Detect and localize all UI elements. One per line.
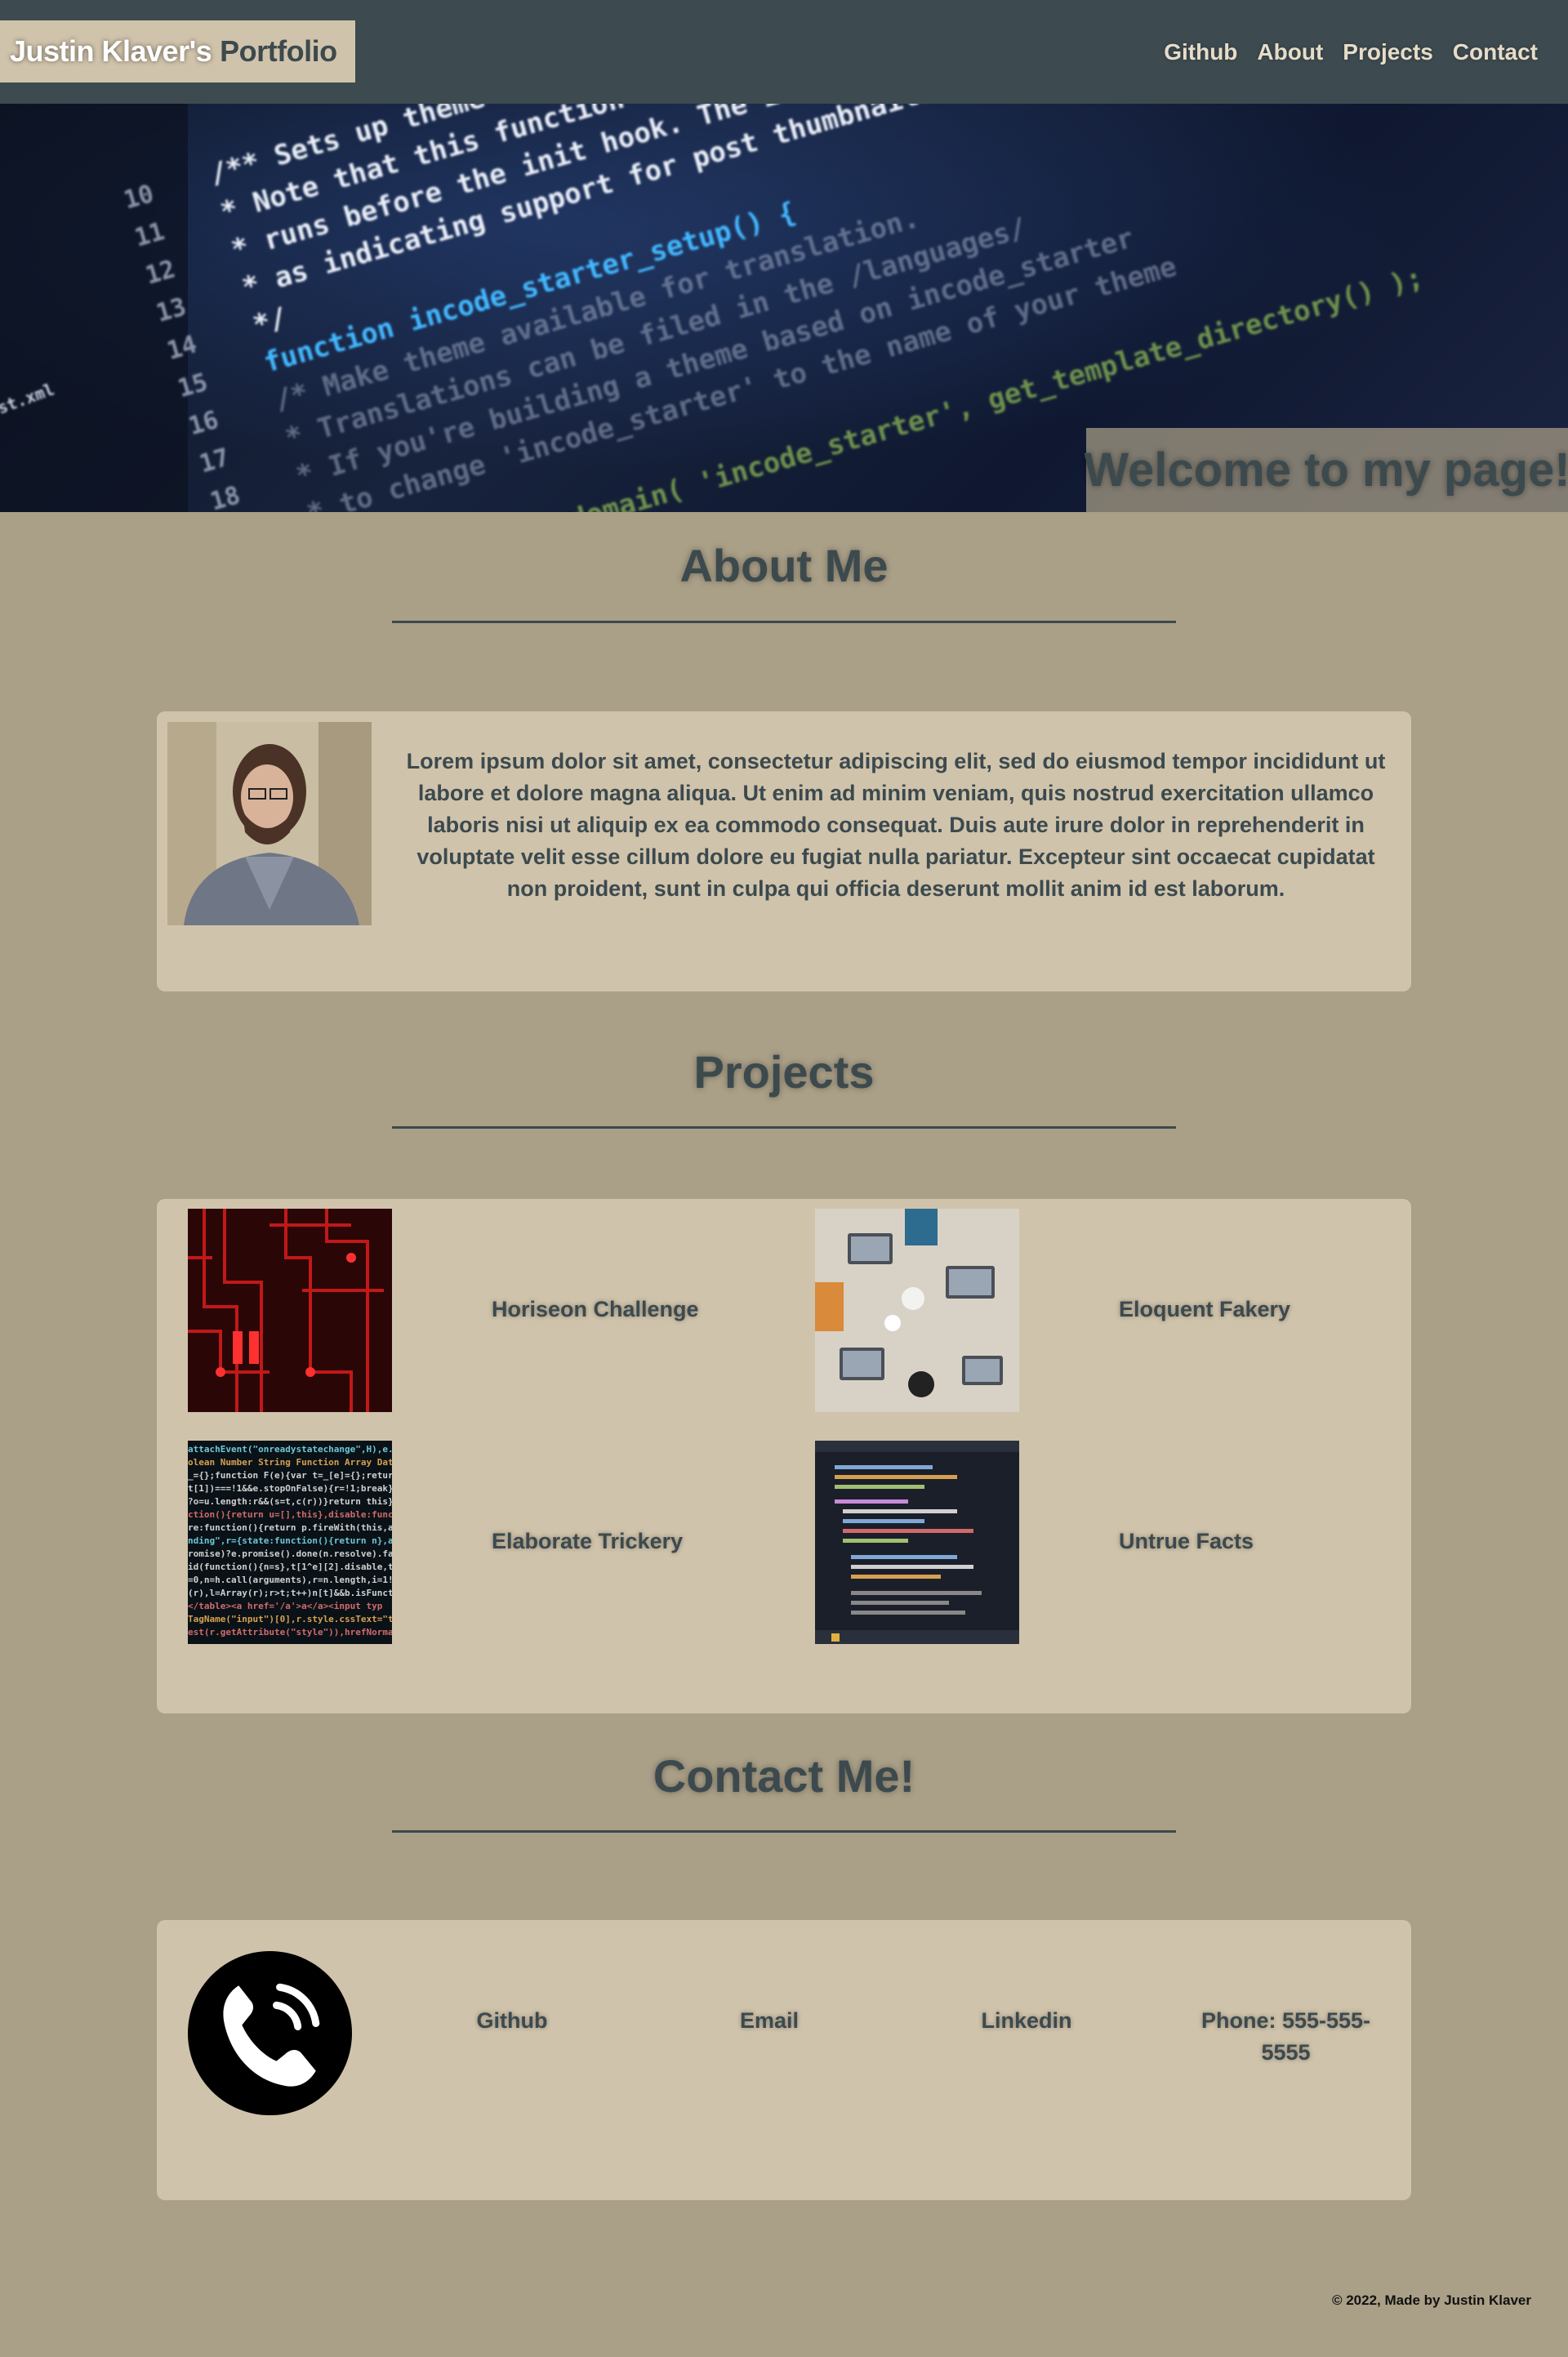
- svg-text:id(function(){n=s},t[1^e][2].d: id(function(){n=s},t[1^e][2].disable,t[2…: [188, 1562, 392, 1572]
- svg-text:ction(){return u=[],this},disa: ction(){return u=[],this},disable:functi…: [188, 1509, 392, 1520]
- site-header: Justin Klaver's Portfolio Github About P…: [0, 0, 1568, 104]
- project-link-elaborate-trickery[interactable]: Elaborate Trickery: [492, 1529, 683, 1554]
- profile-photo: [167, 722, 372, 925]
- projects-divider: [392, 1126, 1176, 1129]
- svg-text:romise)?e.promise().done(n.res: romise)?e.promise().done(n.resolve).fail…: [188, 1548, 392, 1559]
- about-card: Lorem ipsum dolor sit amet, consectetur …: [157, 711, 1411, 991]
- about-text: Lorem ipsum dolor sit amet, consectetur …: [406, 749, 1386, 901]
- projects-card: Horiseon Challenge Eloquent Fakery attac…: [157, 1199, 1411, 1713]
- code-line-number: 17: [196, 443, 232, 479]
- hero-banner: 10/** Sets up theme defaults and registe…: [0, 104, 1568, 512]
- project-link-horiseon-challenge[interactable]: Horiseon Challenge: [492, 1297, 699, 1322]
- svg-text:TagName("input")[0],r.style.cs: TagName("input")[0],r.style.cssText="top…: [188, 1614, 392, 1624]
- brand-logo[interactable]: Justin Klaver's Portfolio: [0, 20, 355, 82]
- svg-text:</table><a href='/a'>a</a><inp: </table><a href='/a'>a</a><input typ: [188, 1601, 383, 1611]
- svg-text:t[1])===!1&&e.stopOnFalse){r=!: t[1])===!1&&e.stopOnFalse){r=!1;break}n=…: [188, 1483, 392, 1494]
- contact-link-email[interactable]: Email: [700, 2005, 839, 2037]
- footer-copyright: © 2022, Made by Justin Klaver: [1331, 2292, 1531, 2308]
- main-nav: Github About Projects Contact: [1164, 0, 1538, 104]
- svg-text:re:function(){return p.fireWit: re:function(){return p.fireWith(this,arg…: [188, 1522, 392, 1533]
- project-image-untrue-facts[interactable]: [815, 1441, 1019, 1644]
- phone-icon: [188, 1951, 352, 2115]
- nav-link-projects[interactable]: Projects: [1343, 39, 1433, 65]
- contact-title: Contact Me!: [653, 1750, 915, 1802]
- svg-text:?o=u.length:r&&(s=t,c(r))}retu: ?o=u.length:r&&(s=t,c(r))}return this},r…: [188, 1496, 392, 1507]
- contact-phone[interactable]: Phone: 555-555-5555: [1182, 2005, 1390, 2069]
- project-link-untrue-facts[interactable]: Untrue Facts: [1119, 1529, 1254, 1554]
- svg-text:olean Number String Function A: olean Number String Function Array Date …: [188, 1457, 392, 1468]
- project-image-horiseon[interactable]: [188, 1209, 392, 1412]
- contact-link-github[interactable]: Github: [443, 2005, 581, 2037]
- projects-title: Projects: [693, 1046, 875, 1098]
- nav-link-about[interactable]: About: [1257, 39, 1323, 65]
- svg-text:est(r.getAttribute("style")),h: est(r.getAttribute("style")),hrefNormali…: [188, 1627, 392, 1637]
- code-line-number: 18: [207, 481, 243, 512]
- code-line-text: */: [249, 301, 290, 342]
- welcome-banner: Welcome to my page!: [1084, 428, 1568, 512]
- about-title: About Me: [679, 540, 889, 591]
- nav-link-contact[interactable]: Contact: [1453, 39, 1538, 65]
- svg-text:nding",r={state:function(){ret: nding",r={state:function(){return n},alw…: [188, 1535, 392, 1546]
- about-divider: [392, 621, 1176, 623]
- contact-card: Github Email Linkedin Phone: 555-555-555…: [157, 1920, 1411, 2200]
- svg-text:(r),l=Array(r);r>t;t++)n[t]&&b: (r),l=Array(r);r>t;t++)n[t]&&b.isFunctio…: [188, 1588, 392, 1598]
- project-image-elaborate-trickery[interactable]: attachEvent("onreadystatechange",H),e.at…: [188, 1441, 392, 1644]
- code-line-number: 16: [185, 406, 221, 442]
- contact-divider: [392, 1830, 1176, 1833]
- nav-link-github[interactable]: Github: [1164, 39, 1237, 65]
- contact-link-linkedin[interactable]: Linkedin: [957, 2005, 1096, 2037]
- brand-name: Justin Klaver's: [10, 34, 212, 68]
- svg-text:=0,n=h.call(arguments),r=n.len: =0,n=h.call(arguments),r=n.length,i=1!==…: [188, 1575, 392, 1585]
- svg-text:attachEvent("onreadystatechang: attachEvent("onreadystatechange",H),e.at…: [188, 1444, 392, 1455]
- svg-text:_={};function F(e){var t=_[e]=: _={};function F(e){var t=_[e]={};return …: [188, 1470, 392, 1481]
- project-image-eloquent-fakery[interactable]: [815, 1209, 1019, 1412]
- project-link-eloquent-fakery[interactable]: Eloquent Fakery: [1119, 1297, 1290, 1322]
- brand-suffix: Portfolio: [220, 34, 337, 68]
